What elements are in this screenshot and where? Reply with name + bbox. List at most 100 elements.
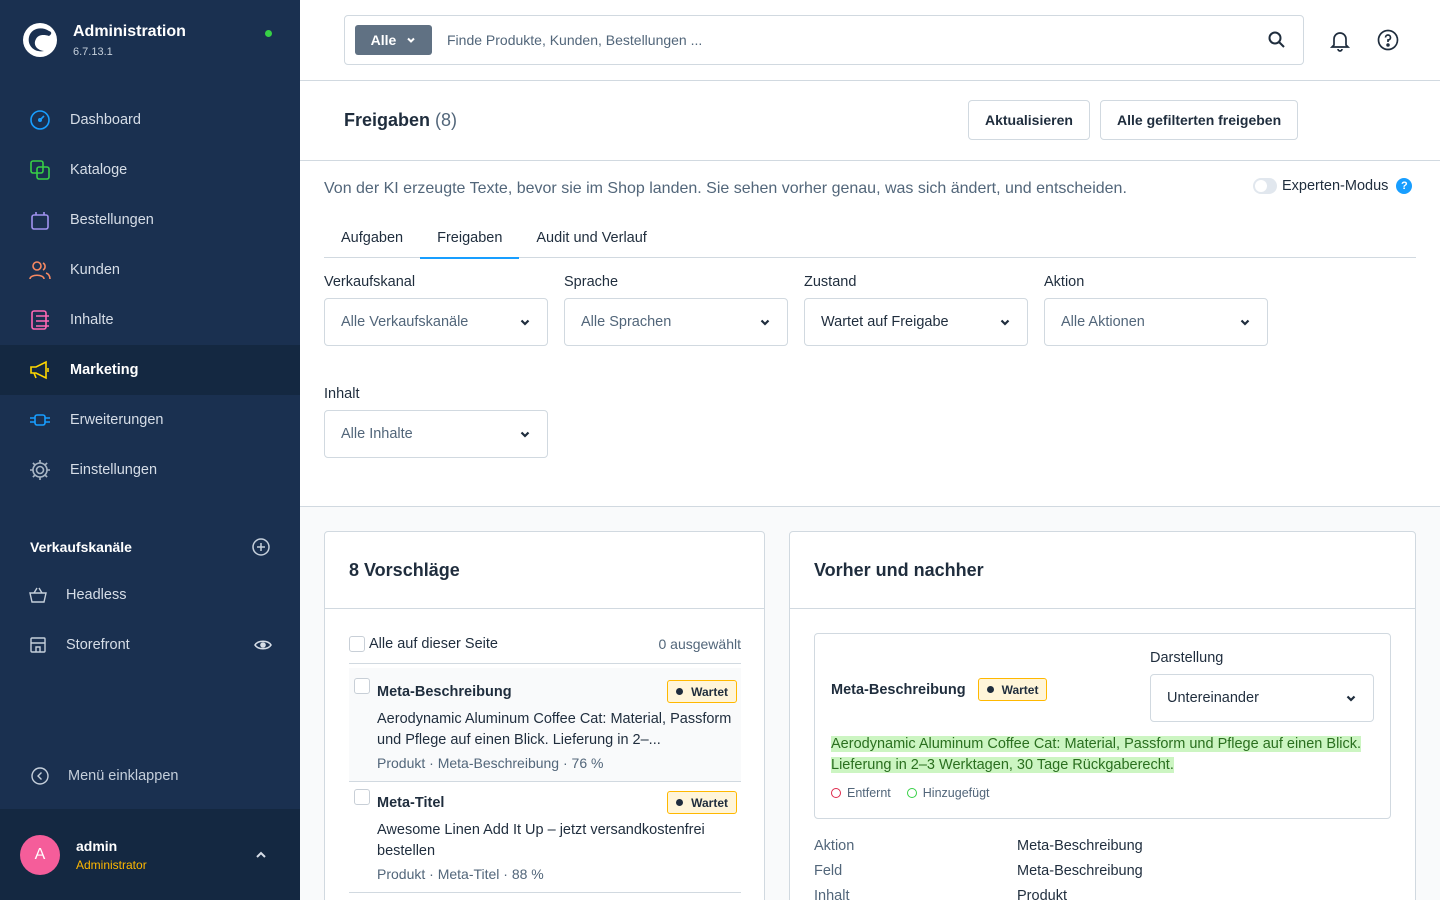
item-text: Awesome Linen Add It Up – jetzt versandk… bbox=[377, 822, 705, 859]
refresh-button[interactable]: Aktualisieren bbox=[968, 100, 1090, 140]
list-item[interactable]: Meta-Titel Wartet Awesome Linen Add It U… bbox=[349, 779, 741, 893]
detail-value: Meta-Beschreibung bbox=[1017, 838, 1143, 854]
diff-legend: Entfernt Hinzugefügt bbox=[831, 786, 990, 800]
detail-key: Inhalt bbox=[814, 888, 850, 900]
eye-icon[interactable] bbox=[254, 639, 272, 651]
search-input[interactable] bbox=[447, 32, 1267, 48]
sidebar-item-settings[interactable]: Einstellungen bbox=[0, 445, 300, 495]
display-mode-field: Untereinander bbox=[1150, 674, 1374, 722]
sidebar-item-label: Erweiterungen bbox=[70, 412, 164, 428]
sidebar-item-label: Einstellungen bbox=[70, 462, 158, 478]
expert-mode-help-icon[interactable]: ? bbox=[1396, 178, 1413, 194]
app-title: Administration bbox=[73, 22, 186, 40]
help-icon[interactable] bbox=[1376, 28, 1400, 52]
content-select[interactable]: Alle Inhalte bbox=[324, 410, 548, 458]
sales-channel-label: Headless bbox=[66, 587, 127, 603]
detail-row: Aktion Meta-Beschreibung bbox=[814, 838, 1374, 854]
item-checkbox[interactable] bbox=[354, 789, 370, 805]
sidebar-item-catalogs[interactable]: Kataloge bbox=[0, 145, 300, 195]
sidebar-item-orders[interactable]: Bestellungen bbox=[0, 195, 300, 245]
sidebar-item-extensions[interactable]: Erweiterungen bbox=[0, 395, 300, 445]
tab-audit-history[interactable]: Audit und Verlauf bbox=[519, 218, 663, 258]
legend-label: Hinzugefügt bbox=[922, 786, 990, 800]
detail-value: Meta-Beschreibung bbox=[1017, 863, 1143, 879]
detail-key: Aktion bbox=[814, 838, 855, 854]
sidebar-item-customers[interactable]: Kunden bbox=[0, 245, 300, 295]
select-value: Alle Aktionen bbox=[1061, 314, 1145, 330]
filter-label: Zustand bbox=[804, 274, 857, 290]
shopping-bag-icon bbox=[29, 209, 51, 231]
search-icon[interactable] bbox=[1267, 30, 1287, 50]
gear-icon bbox=[29, 459, 51, 481]
filter-language: Sprache Alle Sprachen bbox=[564, 274, 788, 346]
state-select[interactable]: Wartet auf Freigabe bbox=[804, 298, 1028, 346]
sales-channel-label: Storefront bbox=[66, 637, 130, 653]
sales-channels-header: Verkaufskanäle bbox=[30, 538, 270, 556]
action-select[interactable]: Alle Aktionen bbox=[1044, 298, 1268, 346]
search-type-label: Alle bbox=[370, 32, 397, 48]
sidebar-item-label: Kataloge bbox=[70, 162, 128, 178]
approve-all-filtered-button[interactable]: Alle gefilterten freigeben bbox=[1100, 100, 1299, 140]
gauge-icon bbox=[29, 109, 51, 131]
chevron-down-icon bbox=[407, 37, 416, 43]
list-item[interactable]: Meta-Beschreibung Wartet Aerodynamic Alu… bbox=[349, 668, 741, 782]
global-search: Alle bbox=[344, 15, 1304, 65]
status-badge: Wartet bbox=[667, 791, 737, 814]
select-all-checkbox[interactable] bbox=[349, 635, 365, 652]
select-all-row: Alle auf dieser Seite 0 ausgewählt bbox=[349, 632, 741, 664]
display-mode-select[interactable]: Untereinander bbox=[1150, 674, 1374, 722]
shopware-logo-icon bbox=[23, 23, 57, 57]
status-badge-label: Wartet bbox=[1001, 682, 1039, 697]
tab-approvals[interactable]: Freigaben bbox=[420, 218, 520, 259]
chevron-down-icon bbox=[1240, 319, 1250, 326]
page-title-count: (8) bbox=[435, 110, 458, 130]
chevron-down-icon bbox=[760, 319, 770, 326]
added-marker-icon bbox=[906, 788, 917, 798]
plug-icon bbox=[29, 409, 51, 431]
comparison-title: Vorher und nachher bbox=[790, 532, 1415, 609]
item-checkbox[interactable] bbox=[354, 678, 370, 694]
tab-tasks[interactable]: Aufgaben bbox=[324, 218, 420, 258]
selected-count: 0 ausgewählt bbox=[658, 635, 741, 652]
app-version: 6.7.13.1 bbox=[73, 45, 113, 58]
user-menu[interactable]: A admin Administrator bbox=[0, 809, 300, 900]
sidebar-item-label: Dashboard bbox=[70, 112, 141, 128]
diff-header: Meta-Beschreibung Wartet bbox=[831, 678, 1048, 701]
suggestions-title: 8 Vorschläge bbox=[325, 532, 764, 609]
page-title: Freigaben (8) bbox=[344, 110, 457, 131]
bell-icon[interactable] bbox=[1328, 28, 1352, 52]
filter-label: Verkaufskanal bbox=[324, 274, 416, 290]
sales-channel-headless[interactable]: Headless bbox=[0, 570, 300, 620]
users-icon bbox=[29, 259, 51, 281]
language-select[interactable]: Alle Sprachen bbox=[564, 298, 788, 346]
chevron-left-circle-icon bbox=[30, 765, 50, 787]
brand: Administration 6.7.13.1 bbox=[22, 22, 186, 58]
sidebar-item-content[interactable]: Inhalte bbox=[0, 295, 300, 345]
sales-channel-select[interactable]: Alle Verkaufskanäle bbox=[324, 298, 548, 346]
status-badge: Wartet bbox=[667, 680, 737, 703]
select-value: Alle Inhalte bbox=[341, 426, 413, 442]
sidebar: Administration 6.7.13.1 Dashboard Katalo… bbox=[0, 0, 300, 900]
collapse-menu-button[interactable]: Menü einklappen bbox=[30, 765, 178, 787]
select-value: Wartet auf Freigabe bbox=[821, 314, 949, 330]
detail-value: Produkt bbox=[1017, 888, 1067, 900]
main-navigation: Dashboard Kataloge Bestellungen Kunden I… bbox=[0, 95, 300, 495]
search-type-dropdown[interactable]: Alle bbox=[355, 25, 432, 55]
detail-row: Inhalt Produkt bbox=[814, 888, 1374, 900]
select-value: Alle Verkaufskanäle bbox=[341, 314, 469, 330]
status-badge: Wartet bbox=[977, 678, 1048, 701]
sidebar-item-marketing[interactable]: Marketing bbox=[0, 345, 300, 395]
diff-field-title: Meta-Beschreibung bbox=[831, 681, 966, 698]
catalog-icon bbox=[29, 159, 51, 181]
legend-label: Entfernt bbox=[847, 786, 891, 800]
page-header: Freigaben (8) Aktualisieren Alle gefilte… bbox=[300, 81, 1440, 161]
item-title: Meta-Titel bbox=[377, 794, 445, 811]
sidebar-item-dashboard[interactable]: Dashboard bbox=[0, 95, 300, 145]
sales-channel-storefront[interactable]: Storefront bbox=[0, 620, 300, 670]
basket-icon bbox=[29, 584, 47, 606]
added-text-highlight: Aerodynamic Aluminum Coffee Cat: Materia… bbox=[831, 736, 1362, 773]
expert-mode-toggle[interactable] bbox=[1253, 178, 1277, 194]
filter-content: Inhalt Alle Inhalte bbox=[324, 386, 548, 458]
tab-bar: Aufgaben Freigaben Audit und Verlauf bbox=[324, 218, 1416, 259]
add-sales-channel-icon[interactable] bbox=[252, 538, 270, 556]
